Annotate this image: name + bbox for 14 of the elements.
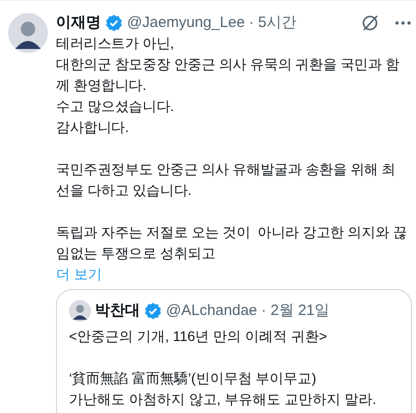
avatar-icon[interactable]: [8, 13, 48, 53]
post-text: <안중근의 기개, 116년 만의 이례적 귀환>: [69, 327, 328, 346]
post-text: 테러리스트가 아닌, 대한의군 참모중장 안중근 의사 유묵의 귀환을 국민과 함 께 환영합니다. 수고 많으셨습니다. 감사합니다.: [56, 34, 400, 137]
post-text: ‘貧而無諂 富而無驕’(빈이무첨 부이무교) 가난해도 아첨하지 않고, 부유해도 교만하지 말라.: [69, 369, 378, 409]
post-text: 국민주권정부도 안중근 의사 유해발굴과 송환을 위해 최 선을 다하고 있습니다.: [56, 160, 397, 200]
author-handle-time: @ALchandae · 2월 21일: [166, 301, 330, 321]
grok-icon: [361, 13, 380, 33]
avatar-icon[interactable]: [69, 300, 91, 322]
author-name: 박찬대: [95, 301, 140, 321]
more-icon: [394, 20, 412, 26]
post-text: 독립과 자주는 저절로 오는 것이 아니라 강고한 의지와 끊 임없는 투쟁으로 성취되고: [56, 223, 408, 263]
author-name: 이재명: [56, 13, 101, 33]
show-more-link[interactable]: 더 보기: [56, 264, 102, 285]
author-handle-time: @Jaemyung_Lee · 5시간: [127, 13, 296, 33]
